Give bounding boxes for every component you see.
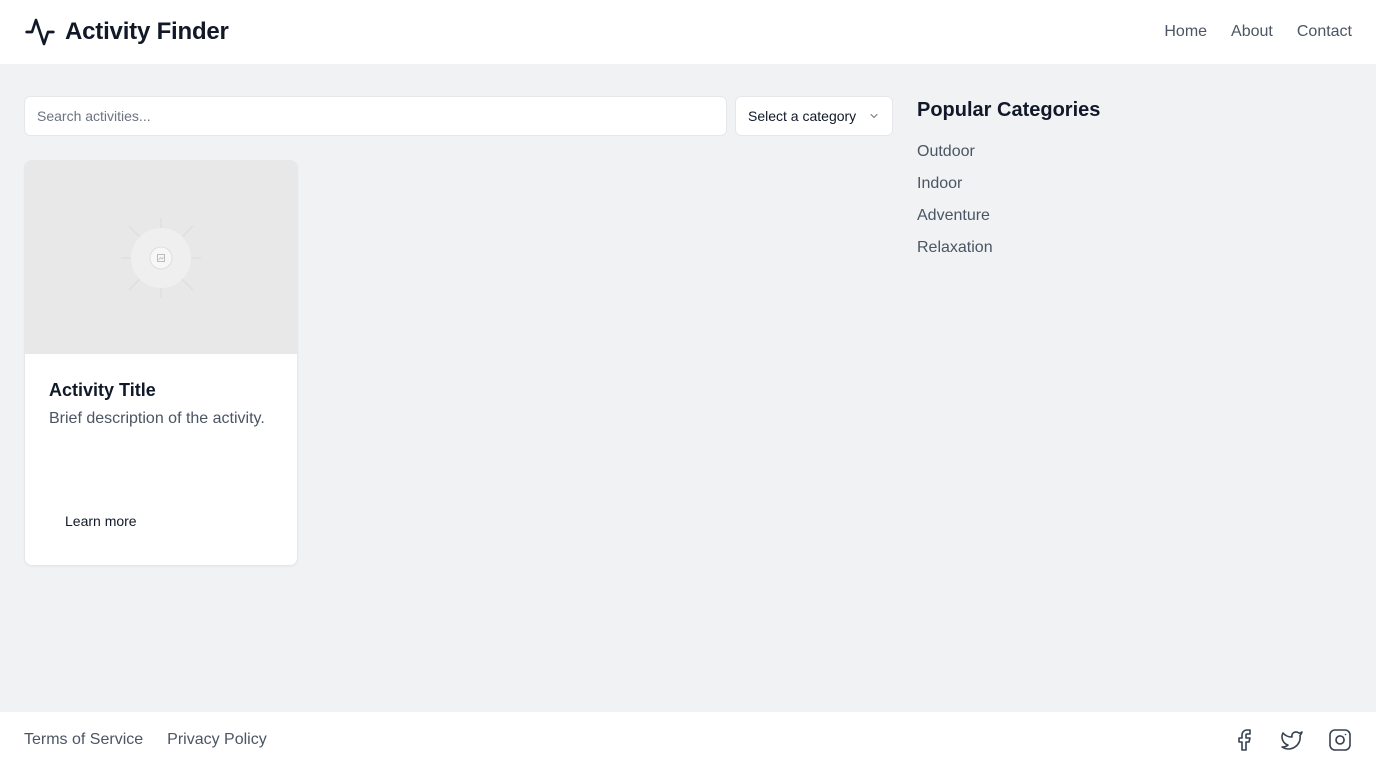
category-item-outdoor[interactable]: Outdoor <box>917 140 1352 172</box>
nav-about-link[interactable]: About <box>1231 23 1273 41</box>
nav-home-link[interactable]: Home <box>1164 23 1207 41</box>
terms-of-service-link[interactable]: Terms of Service <box>24 731 143 749</box>
sidebar: Popular Categories Outdoor Indoor Advent… <box>917 96 1352 268</box>
search-row: Select a category <box>24 96 893 136</box>
instagram-icon <box>1329 729 1351 751</box>
card-description: Brief description of the activity. <box>49 410 265 427</box>
brand-title: Activity Finder <box>65 18 229 45</box>
activity-pulse-icon <box>25 18 55 46</box>
learn-more-button[interactable]: Learn more <box>49 501 153 541</box>
chevron-down-icon <box>870 114 878 118</box>
social-links <box>1232 728 1352 752</box>
category-item-relaxation[interactable]: Relaxation <box>917 236 1352 268</box>
site-header: Activity Finder Home About Contact <box>0 0 1376 64</box>
card-image-placeholder <box>25 161 297 354</box>
brand[interactable]: Activity Finder <box>24 16 229 48</box>
footer-links: Terms of Service Privacy Policy <box>24 731 267 749</box>
category-list: Outdoor Indoor Adventure Relaxation <box>917 140 1352 268</box>
search-input[interactable] <box>24 96 727 136</box>
activity-card: Activity Title Brief description of the … <box>24 160 298 566</box>
image-placeholder-icon <box>121 217 201 298</box>
site-footer: Terms of Service Privacy Policy <box>0 712 1376 768</box>
category-item-indoor[interactable]: Indoor <box>917 172 1352 204</box>
card-body: Activity Title Brief description of the … <box>25 354 297 431</box>
main-nav: Home About Contact <box>1164 23 1352 41</box>
card-title: Activity Title <box>49 380 156 400</box>
nav-contact-link[interactable]: Contact <box>1297 23 1352 41</box>
category-select[interactable]: Select a category <box>735 96 893 136</box>
twitter-icon <box>1281 731 1303 750</box>
instagram-link[interactable] <box>1328 728 1352 752</box>
category-item-adventure[interactable]: Adventure <box>917 204 1352 236</box>
privacy-policy-link[interactable]: Privacy Policy <box>167 731 267 749</box>
facebook-link[interactable] <box>1232 728 1256 752</box>
facebook-icon <box>1238 729 1251 751</box>
category-select-value: Select a category <box>748 108 857 124</box>
sidebar-title: Popular Categories <box>917 99 1101 121</box>
twitter-link[interactable] <box>1280 728 1304 752</box>
